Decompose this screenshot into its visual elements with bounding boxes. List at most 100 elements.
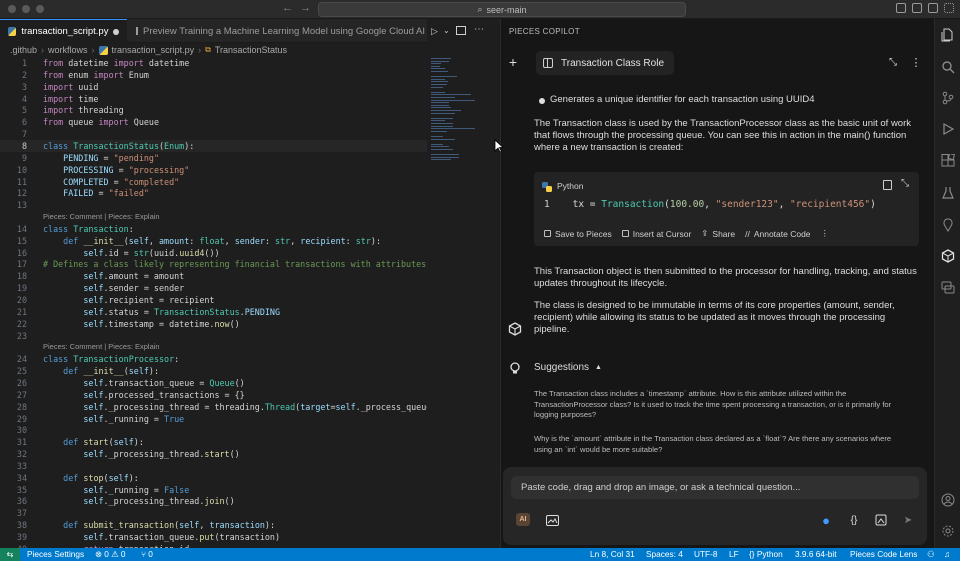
- code-line[interactable]: 35 self._running = False: [0, 484, 427, 496]
- minimize-window-button[interactable]: [22, 5, 30, 13]
- sidebar-icon[interactable]: [543, 58, 553, 68]
- code-line[interactable]: 26 self.transaction_queue = Queue(): [0, 377, 427, 389]
- python-interpreter[interactable]: 3.9.6 64-bit: [795, 549, 837, 559]
- remote-icon[interactable]: [941, 218, 955, 232]
- chat-title-pill[interactable]: Transaction Class Role: [536, 51, 675, 75]
- code-line[interactable]: 11 COMPLETED = "completed": [0, 176, 427, 188]
- collapse-code-icon[interactable]: ⤡: [901, 178, 909, 189]
- code-line[interactable]: 17 # Defines a class likely representing …: [0, 258, 427, 270]
- suggestion-item[interactable]: Why is the `amount` attribute in the Tra…: [534, 434, 904, 455]
- code-line[interactable]: 2 from enum import Enum: [0, 69, 427, 81]
- breadcrumb-item[interactable]: transaction_script.py: [112, 45, 195, 55]
- code-line[interactable]: 33: [0, 460, 427, 472]
- encoding[interactable]: UTF-8: [694, 549, 718, 559]
- code-line[interactable]: 18 self.amount = amount: [0, 270, 427, 282]
- code-line[interactable]: 3 import uuid: [0, 81, 427, 93]
- code-line[interactable]: 9 PENDING = "pending": [0, 152, 427, 164]
- testing-flask-icon[interactable]: [941, 186, 955, 200]
- code-line[interactable]: 36 self._processing_thread.join(): [0, 495, 427, 507]
- account-icon[interactable]: [941, 493, 955, 507]
- code-line[interactable]: 31 def start(self):: [0, 436, 427, 448]
- run-debug-icon[interactable]: [941, 122, 955, 136]
- suggestion-item[interactable]: The Transaction class includes a `timest…: [534, 389, 904, 421]
- split-editor-icon[interactable]: [456, 26, 466, 35]
- code-braces-icon[interactable]: {}: [845, 511, 863, 529]
- code-line[interactable]: 16 self.id = str(uuid.uuid4()): [0, 247, 427, 259]
- notifications-bell-icon[interactable]: ♫: [944, 549, 950, 559]
- code-line[interactable]: 29 self._running = True: [0, 413, 427, 425]
- code-snippet[interactable]: 1 tx = Transaction(100.00, "sender123", …: [544, 199, 876, 210]
- code-line[interactable]: 12 FAILED = "failed": [0, 187, 427, 199]
- code-line[interactable]: 14 class Transaction:: [0, 223, 427, 235]
- end-of-line[interactable]: LF: [729, 549, 739, 559]
- chat-input[interactable]: Paste code, drag and drop an image, or a…: [511, 476, 919, 499]
- code-line[interactable]: 32 self._processing_thread.start(): [0, 448, 427, 460]
- explorer-files-icon[interactable]: [941, 28, 955, 42]
- more-vertical-icon[interactable]: ⋮: [905, 51, 927, 73]
- code-line[interactable]: 38 def submit_transaction(self, transact…: [0, 519, 427, 531]
- code-line[interactable]: 27 self.processed_transactions = {}: [0, 389, 427, 401]
- code-line[interactable]: 1 from datetime import datetime: [0, 57, 427, 69]
- more-code-actions-icon[interactable]: ⋮: [821, 228, 830, 239]
- ports-indicator[interactable]: ⑂ 0: [141, 549, 153, 559]
- annotate-code-button[interactable]: //Annotate Code: [745, 229, 810, 239]
- code-line[interactable]: 4 import time: [0, 93, 427, 105]
- code-line[interactable]: 22 self.timestamp = datetime.now(): [0, 318, 427, 330]
- toggle-sidebar-icon[interactable]: [896, 3, 906, 13]
- copy-icon[interactable]: [883, 180, 892, 190]
- indentation[interactable]: Spaces: 4: [646, 549, 683, 559]
- code-line[interactable]: 10 PROCESSING = "processing": [0, 164, 427, 176]
- breadcrumb-item[interactable]: TransactionStatus: [215, 45, 287, 55]
- remote-indicator-icon[interactable]: ⇆: [0, 548, 20, 561]
- share-button[interactable]: ⇪ Share: [701, 228, 735, 239]
- customize-layout-icon[interactable]: [944, 3, 954, 13]
- code-line[interactable]: 13: [0, 199, 427, 211]
- problems-indicator[interactable]: ⊗ 0 ⚠ 0: [95, 549, 126, 559]
- new-chat-plus-icon[interactable]: +: [502, 51, 524, 73]
- extensions-icon[interactable]: [941, 154, 955, 168]
- breadcrumb-item[interactable]: .github: [10, 45, 37, 55]
- codelens-actions[interactable]: Pieces: Comment | Pieces: Explain: [43, 341, 160, 353]
- pieces-code-lens[interactable]: Pieces Code Lens: [850, 549, 917, 559]
- live-share-icon[interactable]: ⚇: [927, 549, 934, 559]
- collapse-icon[interactable]: ⤡: [882, 51, 904, 73]
- pieces-settings-button[interactable]: Pieces Settings: [27, 549, 84, 559]
- code-line[interactable]: 37: [0, 507, 427, 519]
- code-line[interactable]: 5 import threading: [0, 104, 427, 116]
- code-line[interactable]: 7: [0, 128, 427, 140]
- code-line[interactable]: 23: [0, 330, 427, 342]
- search-icon[interactable]: [941, 60, 955, 74]
- codelens-actions[interactable]: Pieces: Comment | Pieces: Explain: [43, 211, 160, 223]
- code-line[interactable]: 6 from queue import Queue: [0, 116, 427, 128]
- breadcrumb-item[interactable]: workflows: [48, 45, 88, 55]
- back-arrow-icon[interactable]: ←: [282, 2, 293, 14]
- code-line[interactable]: 21 self.status = TransactionStatus.PENDI…: [0, 306, 427, 318]
- code-line[interactable]: 39 self.transaction_queue.put(transactio…: [0, 531, 427, 543]
- suggestions-toggle[interactable]: Suggestions ▲: [534, 362, 602, 373]
- screenshot-context-icon[interactable]: [872, 511, 890, 529]
- forward-arrow-icon[interactable]: →: [300, 2, 311, 14]
- save-to-pieces-button[interactable]: Save to Pieces: [544, 229, 612, 239]
- minimap[interactable]: [428, 57, 500, 167]
- tab-preview[interactable]: Preview Training a Machine Learning Mode…: [128, 19, 427, 43]
- maximize-window-button[interactable]: [36, 5, 44, 13]
- send-icon[interactable]: ➤: [899, 511, 917, 529]
- context-bulb-icon[interactable]: ●: [817, 511, 835, 529]
- toggle-secondary-sidebar-icon[interactable]: [928, 3, 938, 13]
- code-line[interactable]: 20 self.recipient = recipient: [0, 294, 427, 306]
- code-line[interactable]: 34 def stop(self):: [0, 472, 427, 484]
- command-center[interactable]: ⌕ seer-main: [318, 2, 686, 17]
- unsaved-dot-icon[interactable]: [113, 28, 119, 35]
- chat-icon[interactable]: [941, 281, 955, 295]
- language-mode[interactable]: {} Python: [749, 549, 783, 559]
- source-control-icon[interactable]: [941, 91, 955, 105]
- image-context-icon[interactable]: [543, 511, 561, 529]
- ai-model-button[interactable]: AI: [516, 513, 530, 526]
- code-line[interactable]: 19 self.sender = sender: [0, 282, 427, 294]
- code-line[interactable]: 30: [0, 424, 427, 436]
- code-line[interactable]: 24 class TransactionProcessor:: [0, 353, 427, 365]
- toggle-panel-icon[interactable]: [912, 3, 922, 13]
- run-dropdown-chevron-icon[interactable]: ⌄: [443, 26, 450, 35]
- cursor-position[interactable]: Ln 8, Col 31: [590, 549, 635, 559]
- run-python-icon[interactable]: ▷: [431, 26, 438, 37]
